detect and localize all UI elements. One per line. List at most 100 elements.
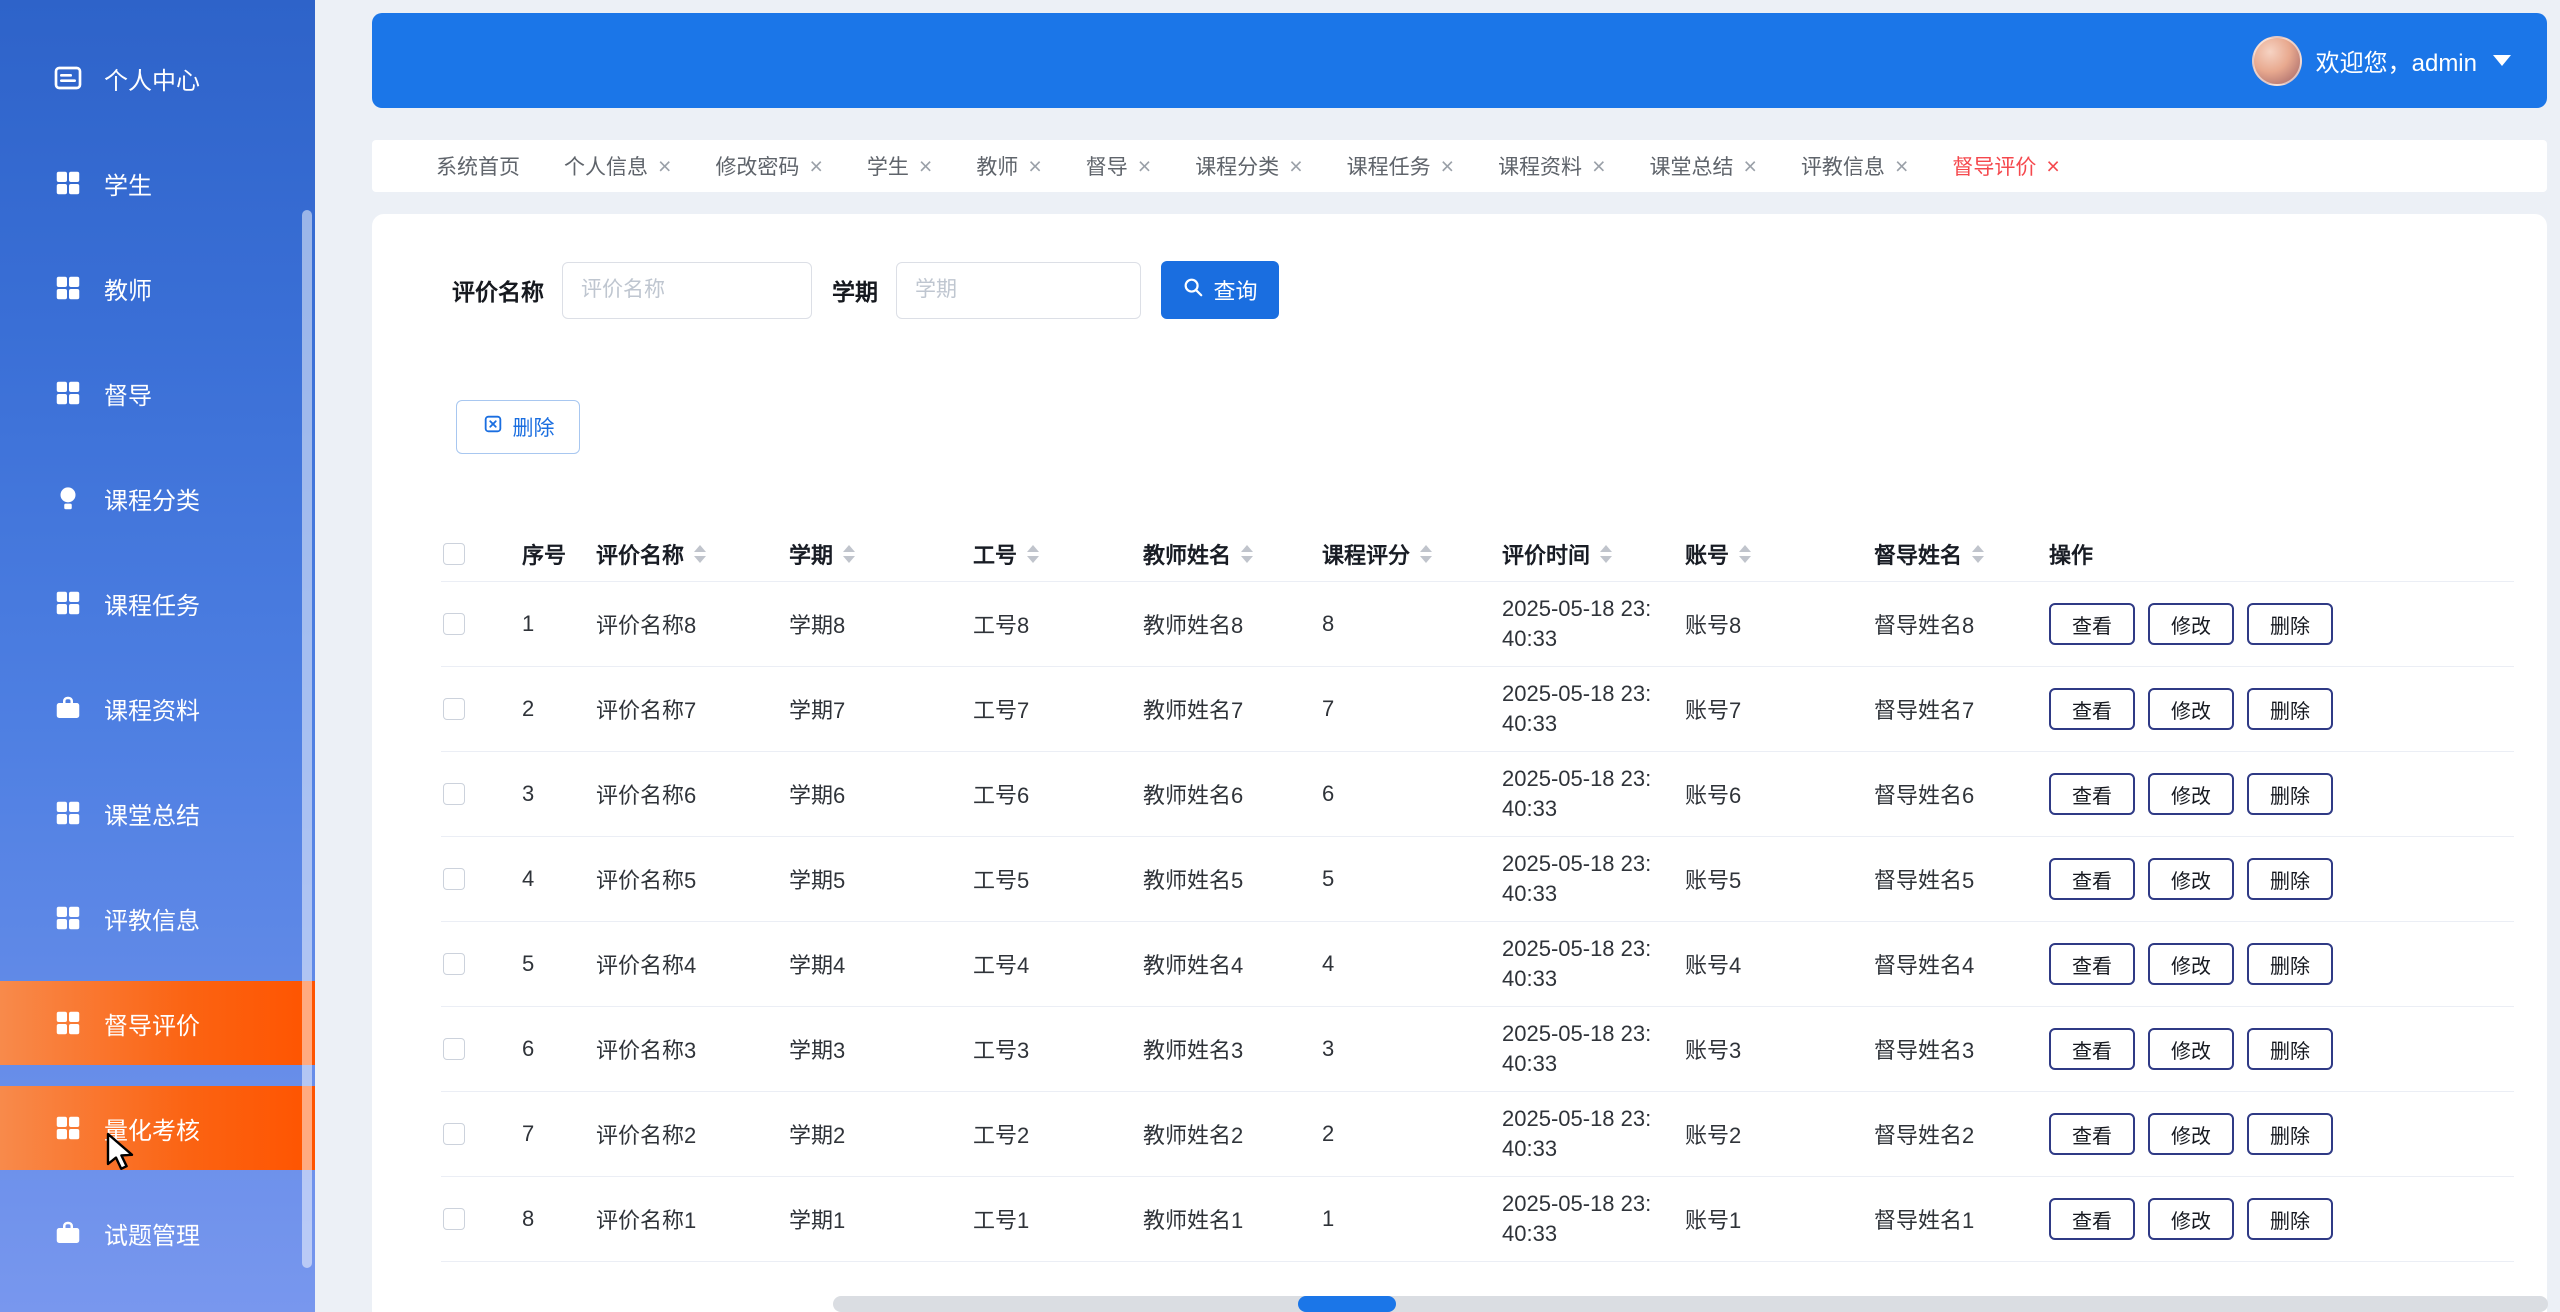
evaluation-name-input[interactable] (562, 262, 812, 319)
sort-carets-icon[interactable] (1600, 545, 1612, 563)
row-checkbox[interactable] (443, 1123, 465, 1145)
column-header-课程评分[interactable]: 课程评分 (1322, 538, 1502, 570)
tab-close-icon[interactable]: × (1138, 155, 1151, 178)
sort-carets-icon[interactable] (1241, 545, 1253, 563)
tab-评教信息[interactable]: 评教信息 × (1801, 151, 1908, 181)
sidebar-item-教师[interactable]: 教师 (0, 246, 315, 330)
column-header-操作[interactable]: 操作 (2049, 538, 2514, 570)
view-button[interactable]: 查看 (2049, 773, 2135, 815)
tab-close-icon[interactable]: × (2046, 155, 2059, 178)
column-header-工号[interactable]: 工号 (973, 538, 1143, 570)
tab-教师[interactable]: 教师 × (976, 151, 1041, 181)
edit-button[interactable]: 修改 (2148, 773, 2234, 815)
delete-row-button[interactable]: 删除 (2247, 943, 2333, 985)
sidebar-item-课堂总结[interactable]: 课堂总结 (0, 771, 315, 855)
tab-课程任务[interactable]: 课程任务 × (1347, 151, 1454, 181)
sidebar: 个人中心 学生 教师 督导 课程分类 课程任务 课程资料 课堂总结 评教信息 督… (0, 0, 315, 1312)
view-button[interactable]: 查看 (2049, 1028, 2135, 1070)
sort-carets-icon[interactable] (843, 545, 855, 563)
column-header-账号[interactable]: 账号 (1685, 538, 1874, 570)
edit-button[interactable]: 修改 (2148, 858, 2234, 900)
sort-carets-icon[interactable] (1420, 545, 1432, 563)
delete-row-button[interactable]: 删除 (2247, 1198, 2333, 1240)
view-button[interactable]: 查看 (2049, 1198, 2135, 1240)
tab-close-icon[interactable]: × (919, 155, 932, 178)
view-button[interactable]: 查看 (2049, 688, 2135, 730)
tab-修改密码[interactable]: 修改密码 × (715, 151, 822, 181)
tab-系统首页[interactable]: 系统首页 (436, 151, 520, 181)
tab-close-icon[interactable]: × (1028, 155, 1041, 178)
column-header-序号[interactable]: 序号 (499, 538, 596, 570)
sidebar-item-量化考核[interactable]: 量化考核 (0, 1086, 315, 1170)
edit-button[interactable]: 修改 (2148, 688, 2234, 730)
sidebar-item-督导[interactable]: 督导 (0, 351, 315, 435)
edit-button[interactable]: 修改 (2148, 943, 2234, 985)
tab-课堂总结[interactable]: 课堂总结 × (1650, 151, 1757, 181)
sidebar-item-课程分类[interactable]: 课程分类 (0, 456, 315, 540)
row-checkbox[interactable] (443, 868, 465, 890)
user-menu[interactable]: 欢迎您，admin (2252, 36, 2511, 86)
column-header-评价名称[interactable]: 评价名称 (596, 538, 789, 570)
tab-close-icon[interactable]: × (1744, 155, 1757, 178)
sidebar-item-学生[interactable]: 学生 (0, 141, 315, 225)
row-checkbox[interactable] (443, 783, 465, 805)
edit-button[interactable]: 修改 (2148, 603, 2234, 645)
sort-carets-icon[interactable] (1972, 545, 1984, 563)
delete-row-button[interactable]: 删除 (2247, 603, 2333, 645)
column-header-学期[interactable]: 学期 (789, 538, 973, 570)
view-button[interactable]: 查看 (2049, 603, 2135, 645)
delete-row-button[interactable]: 删除 (2247, 1113, 2333, 1155)
tab-close-icon[interactable]: × (1592, 155, 1605, 178)
delete-row-button[interactable]: 删除 (2247, 688, 2333, 730)
edit-button[interactable]: 修改 (2148, 1198, 2234, 1240)
tab-督导评价[interactable]: 督导评价 × (1952, 151, 2059, 181)
row-checkbox[interactable] (443, 953, 465, 975)
sort-carets-icon[interactable] (1027, 545, 1039, 563)
delete-row-button[interactable]: 删除 (2247, 773, 2333, 815)
sidebar-item-督导评价[interactable]: 督导评价 (0, 981, 315, 1065)
tab-课程分类[interactable]: 课程分类 × (1195, 151, 1302, 181)
view-button[interactable]: 查看 (2049, 943, 2135, 985)
view-button[interactable]: 查看 (2049, 858, 2135, 900)
sidebar-item-课程资料[interactable]: 课程资料 (0, 666, 315, 750)
select-all-checkbox[interactable] (443, 543, 465, 565)
row-checkbox[interactable] (443, 698, 465, 720)
sidebar-item-试题管理[interactable]: 试题管理 (0, 1191, 315, 1275)
column-header-评价时间[interactable]: 评价时间 (1502, 538, 1685, 570)
tab-close-icon[interactable]: × (658, 155, 671, 178)
scrollbar-thumb[interactable] (1298, 1296, 1396, 1312)
term-input[interactable] (896, 262, 1141, 319)
tab-close-icon[interactable]: × (1895, 155, 1908, 178)
tab-督导[interactable]: 督导 × (1086, 151, 1151, 181)
row-checkbox[interactable] (443, 1208, 465, 1230)
sidebar-item-课程任务[interactable]: 课程任务 (0, 561, 315, 645)
view-button[interactable]: 查看 (2049, 1113, 2135, 1155)
row-checkbox-cell (441, 698, 499, 720)
sidebar-item-个人中心[interactable]: 个人中心 (0, 36, 315, 120)
sort-carets-icon[interactable] (1739, 545, 1751, 563)
edit-button[interactable]: 修改 (2148, 1113, 2234, 1155)
search-button[interactable]: 查询 (1161, 261, 1279, 319)
delete-row-button[interactable]: 删除 (2247, 858, 2333, 900)
tab-close-icon[interactable]: × (1289, 155, 1302, 178)
sidebar-item-评教信息[interactable]: 评教信息 (0, 876, 315, 960)
batch-delete-button[interactable]: 删除 (456, 400, 580, 454)
column-header-教师姓名[interactable]: 教师姓名 (1143, 538, 1322, 570)
avatar[interactable] (2252, 36, 2302, 86)
tab-close-icon[interactable]: × (809, 155, 822, 178)
delete-row-button[interactable]: 删除 (2247, 1028, 2333, 1070)
tab-个人信息[interactable]: 个人信息 × (564, 151, 671, 181)
sort-carets-icon[interactable] (694, 545, 706, 563)
tab-bar: 系统首页 个人信息 × 修改密码 × 学生 × 教师 × 督导 × 课程分类 ×… (372, 140, 2547, 192)
edit-button[interactable]: 修改 (2148, 1028, 2234, 1070)
tab-课程资料[interactable]: 课程资料 × (1498, 151, 1605, 181)
tab-学生[interactable]: 学生 × (867, 151, 932, 181)
cell-course-score: 3 (1322, 1036, 1502, 1062)
sidebar-scrollbar[interactable] (302, 210, 312, 1268)
tab-close-icon[interactable]: × (1441, 155, 1454, 178)
row-checkbox[interactable] (443, 1038, 465, 1060)
dropdown-caret-icon[interactable] (2493, 55, 2511, 66)
row-checkbox[interactable] (443, 613, 465, 635)
column-header-督导姓名[interactable]: 督导姓名 (1874, 538, 2049, 570)
horizontal-scrollbar[interactable] (833, 1296, 2548, 1312)
